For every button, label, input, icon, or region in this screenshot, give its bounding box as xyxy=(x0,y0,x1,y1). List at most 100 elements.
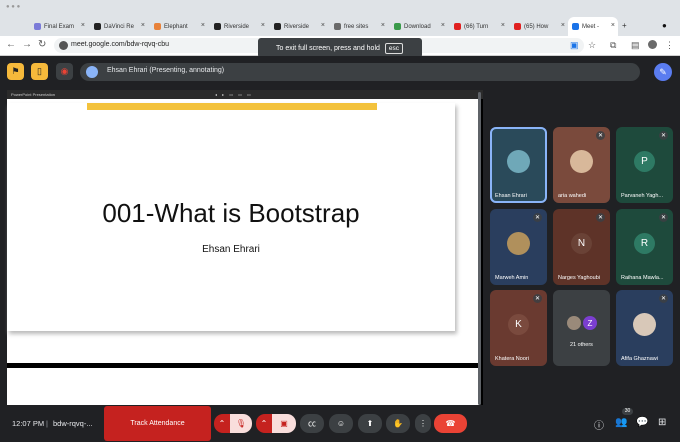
window-controls: ● ● ● xyxy=(6,4,21,10)
tab-favicon-icon xyxy=(514,23,521,30)
extension-icon[interactable]: ⚑ xyxy=(7,63,24,80)
browser-tab[interactable]: (65) How × xyxy=(510,17,568,36)
mic-off-icon[interactable]: 🎙 xyxy=(230,414,252,433)
browser-tab[interactable]: Riverside × xyxy=(210,17,268,36)
meeting-code: bdw-rqvq-... xyxy=(53,419,93,428)
meet-bottom-bar: 12:07 PM | bdw-rqvq-... Track Attendance… xyxy=(0,405,680,442)
site-info-icon[interactable] xyxy=(59,41,68,50)
tab-close-icon[interactable]: × xyxy=(81,22,85,29)
more-options-icon[interactable]: ⋮ xyxy=(415,414,431,433)
muted-mic-icon: ✕ xyxy=(596,131,605,140)
participant-avatar: P xyxy=(634,151,655,172)
tab-favicon-icon xyxy=(94,23,101,30)
browser-tab[interactable]: Meet - × xyxy=(568,17,618,36)
slide-page: 001-What is Bootstrap Ehsan Ehrari xyxy=(7,103,455,331)
chat-icon[interactable]: 💬 xyxy=(636,417,648,428)
new-tab-button[interactable]: + xyxy=(622,21,627,30)
back-icon[interactable]: ← xyxy=(6,39,16,50)
participant-tile[interactable]: P ✕ Parvaneh Yagh... xyxy=(616,127,673,203)
muted-mic-icon: ✕ xyxy=(596,213,605,222)
muted-mic-icon: ✕ xyxy=(533,294,542,303)
presenter-pill[interactable]: Ehsan Ehrari (Presenting, annotating) xyxy=(80,63,640,81)
participant-name: aria wahedi xyxy=(558,193,587,199)
tab-label: Meet - xyxy=(582,23,600,30)
tab-label: Elephant xyxy=(164,23,188,30)
browser-tab[interactable]: Download × xyxy=(390,17,448,36)
camera-off-icon[interactable]: ▣ xyxy=(272,414,296,433)
captions-icon[interactable]: ㏄ xyxy=(300,414,324,433)
tab-favicon-icon xyxy=(572,23,579,30)
muted-mic-icon: ✕ xyxy=(659,131,668,140)
fullscreen-toast: To exit full screen, press and hold esc xyxy=(258,38,422,58)
participant-name: Marweh Amin xyxy=(495,275,529,281)
slide-accent-bar xyxy=(87,103,377,110)
bookmark-star-icon[interactable]: ☆ xyxy=(588,40,596,51)
stage-scrollbar[interactable] xyxy=(478,92,481,405)
participant-tile[interactable]: ✕ Marweh Amin xyxy=(490,209,547,285)
browser-tab[interactable]: DaVinci Re × xyxy=(90,17,148,36)
tab-close-icon[interactable]: × xyxy=(611,22,615,29)
tab-label: Final Exam xyxy=(44,23,75,30)
participant-photo xyxy=(633,313,656,336)
powerpoint-title: PowerPoint Presentation xyxy=(11,92,56,97)
tab-close-icon[interactable]: × xyxy=(561,22,565,29)
raise-hand-icon[interactable]: ✋ xyxy=(386,414,410,433)
clock: 12:07 PM xyxy=(12,419,45,428)
participant-name: Narges Yaghoubi xyxy=(558,275,600,281)
slide-title: 001-What is Bootstrap xyxy=(102,198,360,228)
browser-tab[interactable]: (66) Turn × xyxy=(450,17,508,36)
powerpoint-controls[interactable]: ◂ ▸ ▭ ▭ ▭ xyxy=(215,92,253,97)
leave-call-icon[interactable]: ☎ xyxy=(434,414,467,433)
separator: | xyxy=(46,419,48,428)
emoji-icon[interactable]: ☺ xyxy=(329,414,353,433)
participant-name: Raihana Mawla... xyxy=(621,275,664,281)
tab-close-icon[interactable]: × xyxy=(501,22,505,29)
tab-close-icon[interactable]: × xyxy=(261,22,265,29)
next-slide xyxy=(7,368,479,405)
meeting-info-icon[interactable]: ⓘ xyxy=(594,417,604,432)
forward-icon[interactable]: → xyxy=(22,39,32,50)
browser-tab[interactable]: Final Exam × xyxy=(30,17,88,36)
profile-avatar-icon[interactable] xyxy=(648,40,657,49)
participant-name: Ehsan Ehrari xyxy=(495,193,527,199)
tab-close-icon[interactable]: × xyxy=(141,22,145,29)
tab-label: Riverside xyxy=(284,23,310,30)
menu-kebab-icon[interactable]: ⋮ xyxy=(665,40,674,51)
participant-tile[interactable]: Ehsan Ehrari xyxy=(490,127,547,203)
browser-tab[interactable]: free sites × xyxy=(330,17,388,36)
participant-tile[interactable]: N ✕ Narges Yaghoubi xyxy=(553,209,610,285)
tab-label: free sites xyxy=(344,23,369,30)
tab-close-icon[interactable]: × xyxy=(381,22,385,29)
screen: ● ● ● Final Exam × DaVinci Re × Elephant × Riv… xyxy=(0,0,680,442)
tab-close-icon[interactable]: × xyxy=(441,22,445,29)
browser-tab[interactable]: Riverside × xyxy=(270,17,328,36)
participant-photo xyxy=(570,150,593,173)
muted-mic-icon: ✕ xyxy=(533,213,542,222)
participant-count-badge: 30 xyxy=(622,408,633,415)
reload-icon[interactable]: ↻ xyxy=(38,39,46,50)
browser-tab[interactable]: Elephant × xyxy=(150,17,208,36)
annotate-pen-icon[interactable]: ✎ xyxy=(654,63,672,81)
slide-subtitle: Ehsan Ehrari xyxy=(202,244,260,255)
attendance-icon[interactable]: ▯ xyxy=(31,63,48,80)
tab-label: Riverside xyxy=(224,23,250,30)
participant-tile[interactable]: R ✕ Raihana Mawla... xyxy=(616,209,673,285)
slide: 001-What is Bootstrap Ehsan Ehrari xyxy=(7,99,479,363)
people-icon[interactable]: 👥 xyxy=(615,417,627,428)
tab-close-icon[interactable]: × xyxy=(321,22,325,29)
camera-options-chevron-icon[interactable]: ⌃ xyxy=(256,414,272,433)
participant-tile[interactable]: ✕ Afifa Ghaznawi xyxy=(616,290,673,366)
track-attendance-button[interactable]: Track Attendance xyxy=(104,406,211,441)
tab-close-icon[interactable]: × xyxy=(201,22,205,29)
sidebar-icon[interactable]: ▤ xyxy=(631,40,640,51)
participant-tile[interactable]: Z 21 others xyxy=(553,290,610,366)
activities-icon[interactable]: ⊞ xyxy=(658,417,666,428)
mic-options-chevron-icon[interactable]: ⌃ xyxy=(214,414,230,433)
tab-favicon-icon xyxy=(34,23,41,30)
participant-tile[interactable]: ✕ aria wahedi xyxy=(553,127,610,203)
record-icon[interactable]: ◉ xyxy=(56,63,73,80)
camera-in-use-icon[interactable]: ▣ xyxy=(570,40,579,51)
participant-tile[interactable]: K ✕ Khatera Noori xyxy=(490,290,547,366)
extensions-icon[interactable]: ⧉ xyxy=(610,40,616,51)
present-screen-icon[interactable]: ⬆ xyxy=(358,414,382,433)
